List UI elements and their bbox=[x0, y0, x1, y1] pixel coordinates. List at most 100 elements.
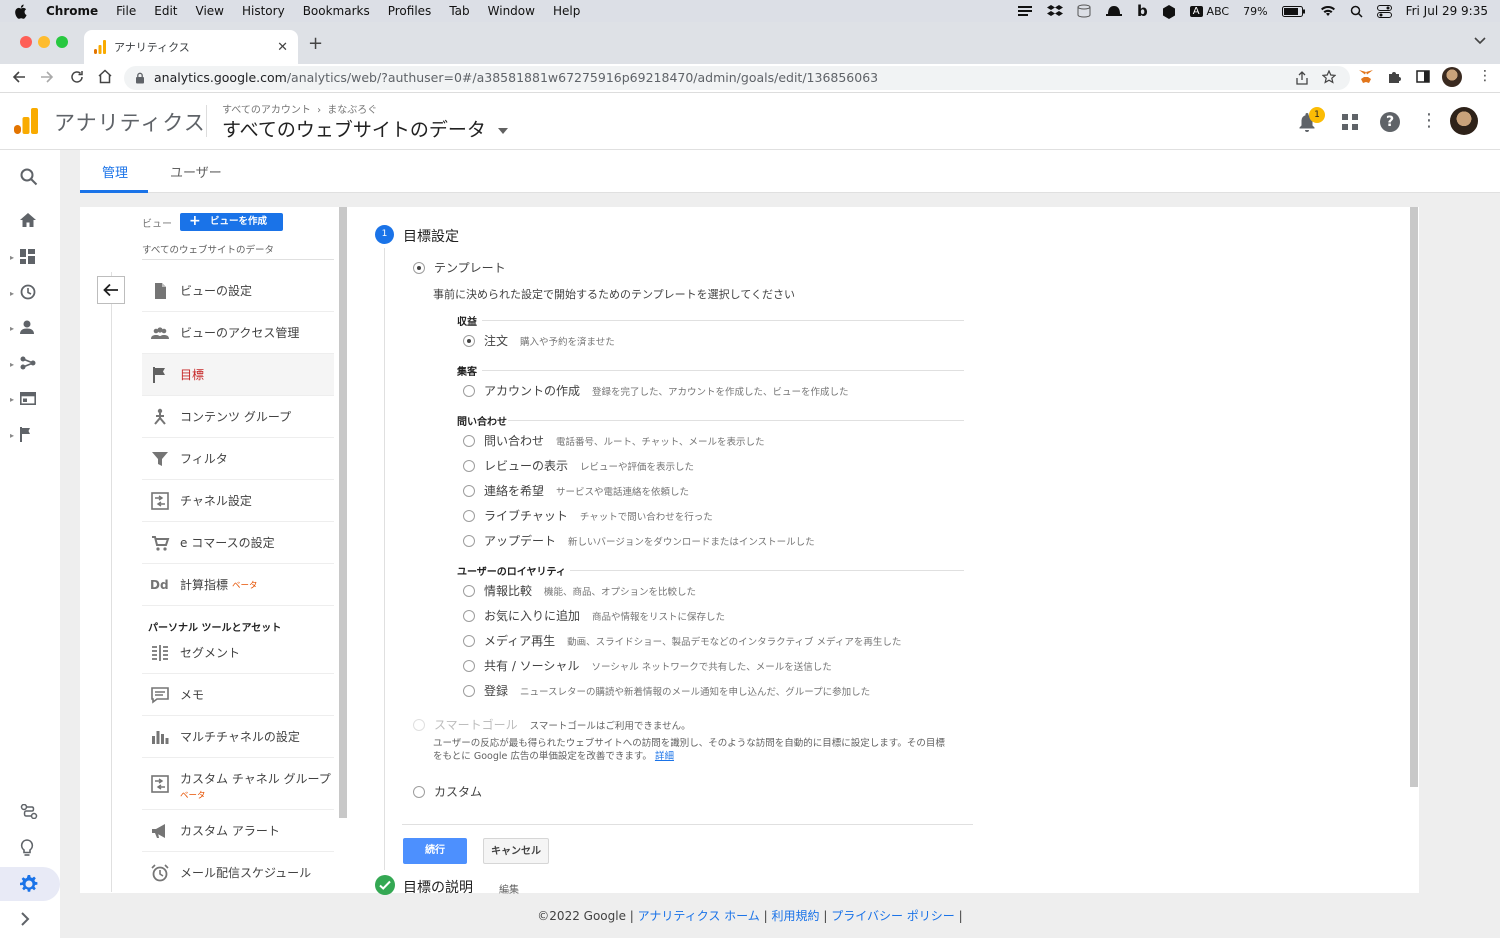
home-nav-icon[interactable] bbox=[20, 213, 40, 233]
menu-window[interactable]: Window bbox=[488, 4, 535, 18]
continue-button[interactable]: 続行 bbox=[403, 838, 467, 864]
browser-tab[interactable]: アナリティクス ✕ bbox=[84, 30, 298, 64]
option-share-social[interactable]: 共有 / ソーシャル ソーシャル ネットワークで共有した、メールを送信した bbox=[463, 657, 832, 674]
database-icon[interactable] bbox=[1077, 4, 1091, 18]
attribution-icon[interactable] bbox=[20, 804, 40, 824]
extensions-puzzle-icon[interactable] bbox=[1387, 69, 1402, 84]
radio-unchecked-icon[interactable] bbox=[463, 534, 475, 547]
wifi-icon[interactable] bbox=[1320, 5, 1336, 17]
option-view-reviews[interactable]: レビューの表示 レビューや評価を表示した bbox=[463, 457, 694, 474]
option-callback-request[interactable]: 連絡を希望 サービスや電話連絡を依頼した bbox=[463, 482, 689, 499]
create-view-button[interactable]: + ビューを作成 bbox=[180, 213, 283, 231]
dashboard-icon[interactable] bbox=[20, 249, 40, 269]
nav-item-view-settings[interactable]: ビューの設定 bbox=[142, 270, 334, 312]
nav-item-filters[interactable]: フィルタ bbox=[142, 438, 334, 480]
radio-unchecked-icon[interactable] bbox=[463, 484, 475, 497]
profile-avatar-icon[interactable] bbox=[1442, 67, 1462, 87]
breadcrumb[interactable]: すべてのアカウント › まなぶろぐ bbox=[222, 101, 377, 116]
side-panel-icon[interactable] bbox=[1416, 70, 1430, 83]
radio-unchecked-icon[interactable] bbox=[463, 384, 475, 397]
option-order[interactable]: 注文 購入や予約を済ませた bbox=[463, 332, 615, 349]
nav-item-custom-alerts[interactable]: カスタム アラート bbox=[142, 810, 334, 852]
tab-close-icon[interactable]: ✕ bbox=[277, 40, 288, 55]
expand-arrow-icon[interactable]: ▸ bbox=[10, 360, 14, 369]
expand-arrow-icon[interactable]: ▸ bbox=[10, 253, 14, 262]
template-radio[interactable]: テンプレート bbox=[413, 259, 506, 276]
menu-app-name[interactable]: Chrome bbox=[46, 4, 98, 18]
close-window-button[interactable] bbox=[20, 36, 32, 48]
search-icon[interactable] bbox=[20, 168, 40, 188]
learn-more-link[interactable]: 詳細 bbox=[655, 751, 674, 762]
radio-checked-icon[interactable] bbox=[463, 334, 475, 347]
menu-bookmarks[interactable]: Bookmarks bbox=[303, 4, 370, 18]
option-update[interactable]: アップデート 新しいバージョンをダウンロードまたはインストールした bbox=[463, 532, 815, 549]
radio-unchecked-icon[interactable] bbox=[463, 609, 475, 622]
apps-grid-icon[interactable] bbox=[1342, 114, 1358, 130]
hat-icon[interactable] bbox=[1105, 4, 1123, 18]
menu-history[interactable]: History bbox=[242, 4, 285, 18]
tab-admin[interactable]: 管理 bbox=[102, 162, 128, 181]
option-add-to-favorites[interactable]: お気に入りに追加 商品や情報をリストに保存した bbox=[463, 607, 725, 624]
option-sign-up[interactable]: 登録 ニュースレターの購読や新着情報のメール通知を申し込んだ、グループに参加した bbox=[463, 682, 870, 699]
nav-item-custom-channel-grouping[interactable]: カスタム チャネル グループ ベータ bbox=[142, 758, 334, 810]
menu-edit[interactable]: Edit bbox=[154, 4, 177, 18]
footer-analytics-home-link[interactable]: アナリティクス ホーム bbox=[638, 909, 760, 923]
conversions-flag-icon[interactable] bbox=[20, 427, 40, 447]
battery-percent[interactable]: 79% bbox=[1243, 5, 1267, 18]
nav-item-multichannel[interactable]: マルチチャネルの設定 bbox=[142, 716, 334, 758]
radio-unchecked-icon[interactable] bbox=[463, 634, 475, 647]
lock-icon[interactable] bbox=[135, 72, 145, 84]
radio-unchecked-icon[interactable] bbox=[463, 459, 475, 472]
control-center-icon[interactable] bbox=[1376, 4, 1392, 18]
insights-lightbulb-icon[interactable] bbox=[20, 839, 40, 859]
option-contact[interactable]: 問い合わせ 電話番号、ルート、チャット、メールを表示した bbox=[463, 432, 765, 449]
admin-gear-icon[interactable] bbox=[20, 875, 40, 895]
forward-icon[interactable] bbox=[40, 70, 54, 84]
radio-unchecked-icon[interactable] bbox=[413, 785, 425, 798]
behavior-icon[interactable] bbox=[20, 392, 40, 412]
menu-help[interactable]: Help bbox=[553, 4, 580, 18]
b-icon[interactable]: b bbox=[1137, 2, 1148, 20]
custom-radio[interactable]: カスタム bbox=[413, 783, 482, 800]
reload-icon[interactable] bbox=[70, 70, 84, 84]
footer-privacy-link[interactable]: プライバシー ポリシー bbox=[831, 909, 955, 923]
menubar-clock[interactable]: Fri Jul 29 9:35 bbox=[1406, 4, 1488, 18]
radio-unchecked-icon[interactable] bbox=[463, 684, 475, 697]
menu-profiles[interactable]: Profiles bbox=[388, 4, 432, 18]
account-avatar-icon[interactable] bbox=[1450, 107, 1478, 135]
nav-item-channel-settings[interactable]: チャネル設定 bbox=[142, 480, 334, 522]
radio-unchecked-icon[interactable] bbox=[463, 434, 475, 447]
product-title[interactable]: アナリティクス bbox=[54, 107, 206, 137]
hex-icon[interactable] bbox=[1162, 4, 1176, 19]
collapse-back-button[interactable] bbox=[97, 276, 125, 304]
option-compare[interactable]: 情報比較 機能、商品、オプションを比較した bbox=[463, 582, 696, 599]
radio-unchecked-icon[interactable] bbox=[463, 584, 475, 597]
input-source-icon[interactable]: A ABC bbox=[1189, 5, 1229, 18]
new-tab-button[interactable]: + bbox=[308, 33, 323, 54]
bookmark-star-icon[interactable] bbox=[1322, 70, 1336, 84]
expand-arrow-icon[interactable]: ▸ bbox=[10, 395, 14, 404]
view-selector[interactable]: すべてのウェブサイトのデータ bbox=[222, 115, 508, 142]
nav-item-content-grouping[interactable]: コンテンツ グループ bbox=[142, 396, 334, 438]
footer-terms-link[interactable]: 利用規約 bbox=[772, 909, 820, 923]
chrome-menu-icon[interactable]: ⋮ bbox=[1478, 68, 1492, 84]
back-icon[interactable] bbox=[12, 70, 26, 84]
edit-step2-link[interactable]: 編集 bbox=[499, 881, 519, 896]
nav-item-view-access[interactable]: ビューのアクセス管理 bbox=[142, 312, 334, 354]
metamask-icon[interactable] bbox=[1358, 69, 1374, 84]
tab-user[interactable]: ユーザー bbox=[170, 162, 222, 181]
nav-item-annotations[interactable]: メモ bbox=[142, 674, 334, 716]
expand-arrow-icon[interactable]: ▸ bbox=[10, 289, 14, 298]
radio-checked-icon[interactable] bbox=[413, 261, 425, 274]
nav-scrollbar[interactable] bbox=[339, 207, 347, 818]
menu-file[interactable]: File bbox=[116, 4, 136, 18]
tab-search-icon[interactable] bbox=[1474, 37, 1486, 45]
nav-item-ecommerce[interactable]: e コマースの設定 bbox=[142, 522, 334, 564]
nav-item-goals[interactable]: 目標 bbox=[142, 354, 334, 396]
analytics-logo-icon[interactable] bbox=[14, 108, 38, 134]
zoom-window-button[interactable] bbox=[56, 36, 68, 48]
audience-person-icon[interactable] bbox=[20, 320, 40, 340]
address-bar[interactable]: analytics.google.com/analytics/web/?auth… bbox=[124, 66, 1350, 90]
menu-view[interactable]: View bbox=[196, 4, 224, 18]
radio-unchecked-icon[interactable] bbox=[463, 659, 475, 672]
